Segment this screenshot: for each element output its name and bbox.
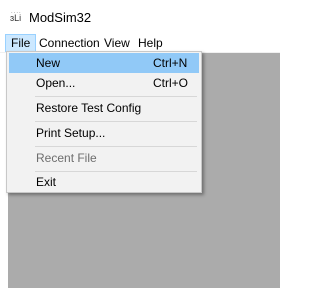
menu-item-recent-file: Recent File: [9, 148, 199, 168]
menu-bar: File Connection View Help: [0, 34, 280, 52]
file-dropdown-menu: New Ctrl+N Open... Ctrl+O Restore Test C…: [6, 51, 202, 193]
menu-view[interactable]: View: [99, 34, 135, 52]
menu-item-exit[interactable]: Exit: [9, 172, 199, 192]
menu-item-label: New: [36, 56, 61, 70]
menu-item-print-setup[interactable]: Print Setup...: [9, 123, 199, 143]
title-bar: ∙∙∙∙ ɜLi ModSim32: [0, 0, 280, 34]
menu-item-label: Open...: [36, 76, 76, 90]
menu-item-label: Exit: [36, 175, 57, 189]
menu-item-open[interactable]: Open... Ctrl+O: [9, 73, 199, 93]
menu-file[interactable]: File: [5, 34, 37, 52]
window-title: ModSim32: [29, 10, 92, 25]
menu-separator: [35, 146, 197, 147]
app-icon: ∙∙∙∙ ɜLi: [10, 10, 22, 23]
menu-item-new[interactable]: New Ctrl+N: [9, 53, 199, 73]
menu-connection[interactable]: Connection: [34, 34, 105, 52]
menu-item-label: Restore Test Config: [36, 101, 142, 115]
menu-separator: [35, 121, 197, 122]
menu-item-restore-test-config[interactable]: Restore Test Config: [9, 98, 199, 118]
menu-item-label: Recent File: [36, 151, 97, 165]
menu-help[interactable]: Help: [133, 34, 168, 52]
menu-item-shortcut: Ctrl+N: [153, 56, 188, 70]
menu-item-label: Print Setup...: [36, 126, 106, 140]
menu-item-shortcut: Ctrl+O: [153, 76, 189, 90]
menu-separator: [35, 96, 197, 97]
